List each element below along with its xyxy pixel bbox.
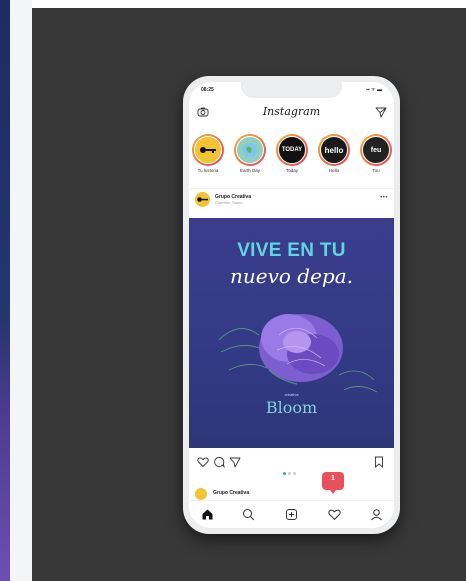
story-item[interactable]: Tu historia <box>191 134 225 173</box>
earth-icon <box>243 143 257 157</box>
story-item[interactable]: hello Hello <box>317 134 351 173</box>
notification-count: 1 <box>331 475 335 482</box>
bottom-navigation <box>189 500 394 528</box>
avatar[interactable] <box>195 192 210 207</box>
story-label: Tou <box>372 168 380 173</box>
mockup-background: 08:25 ▪▪ ᯤ ▬ Instagram Tu historia Earth… <box>32 8 466 581</box>
post-image[interactable]: VIVE EN TU nuevo depa. creativa Bloom <box>189 218 394 448</box>
story-avatar <box>194 136 222 164</box>
phone-frame: 08:25 ▪▪ ᯤ ▬ Instagram Tu historia Earth… <box>183 76 400 534</box>
brand-name: Bloom <box>265 398 318 417</box>
send-icon[interactable] <box>375 106 387 118</box>
post-headline: VIVE EN TU <box>237 240 346 261</box>
instagram-logo: Instagram <box>262 105 321 118</box>
heart-icon[interactable] <box>328 508 341 521</box>
flower-illustration <box>218 314 378 393</box>
post-location[interactable]: Chorrillo, Surco <box>215 200 243 205</box>
next-post-header: Grupo Creativa <box>189 486 394 500</box>
story-avatar: TODAY <box>278 136 306 164</box>
post-header: Grupo Creativa Chorrillo, Surco ••• <box>189 188 394 211</box>
left-gutter <box>10 0 32 581</box>
comment-icon[interactable] <box>213 456 225 468</box>
stories-row: Tu historia Earth Day TODAY Today hello … <box>189 134 394 182</box>
phone-screen: 08:25 ▪▪ ᯤ ▬ Instagram Tu historia Earth… <box>189 82 394 528</box>
story-item[interactable]: Earth Day <box>233 134 267 173</box>
brand-tagline: creativa <box>284 392 299 397</box>
heart-icon[interactable] <box>197 456 209 468</box>
story-avatar: hello <box>320 136 348 164</box>
share-icon[interactable] <box>229 456 241 468</box>
story-label: Today <box>285 168 298 173</box>
key-icon <box>200 147 216 153</box>
left-edge-image <box>0 0 10 581</box>
carousel-dots <box>283 462 298 480</box>
story-item[interactable]: feu Tou <box>359 134 393 173</box>
status-time: 08:25 <box>201 87 214 93</box>
status-icons: ▪▪ ᯤ ▬ <box>366 87 382 93</box>
story-avatar <box>236 136 264 164</box>
more-options-icon[interactable]: ••• <box>380 195 388 201</box>
story-item[interactable]: TODAY Today <box>275 134 309 173</box>
story-avatar: feu <box>362 136 390 164</box>
add-post-icon[interactable] <box>285 508 298 521</box>
phone-notch <box>241 82 342 98</box>
post-actions <box>189 454 394 475</box>
key-icon <box>197 197 208 202</box>
search-icon[interactable] <box>242 508 255 521</box>
avatar[interactable] <box>195 488 207 500</box>
story-label: Earth Day <box>239 168 260 173</box>
post-account-name[interactable]: Grupo Creativa <box>213 490 249 496</box>
story-label: Tu historia <box>197 168 219 173</box>
story-label: Hello <box>328 168 340 173</box>
instagram-top-bar: Instagram <box>189 104 394 120</box>
profile-icon[interactable] <box>370 508 383 521</box>
home-icon[interactable] <box>201 508 214 521</box>
bookmark-icon[interactable] <box>373 456 385 468</box>
